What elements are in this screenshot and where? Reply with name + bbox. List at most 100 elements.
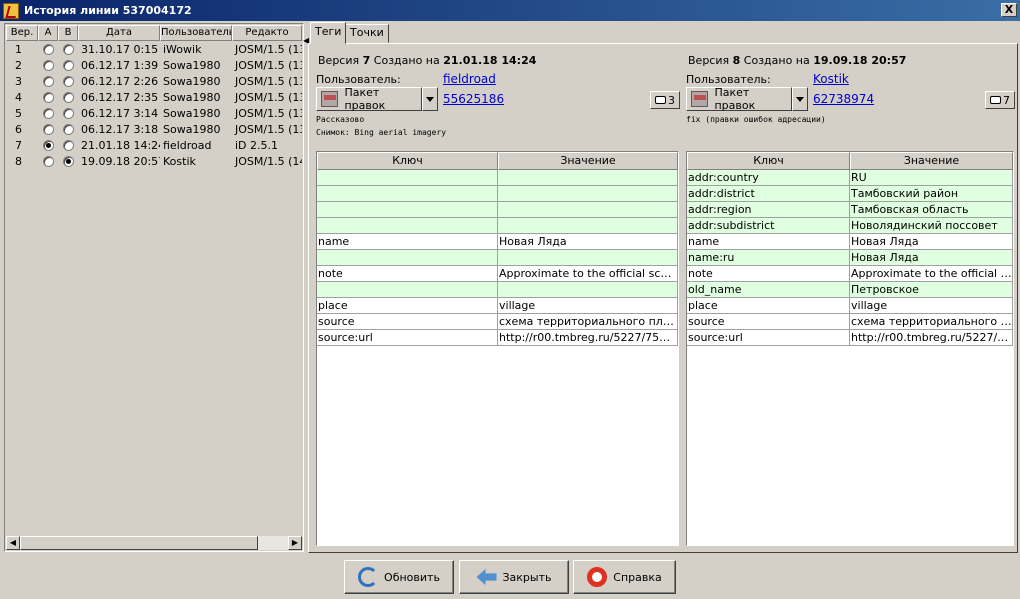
tag-row[interactable]: [317, 186, 678, 202]
tag-key: old_name: [687, 282, 850, 298]
version-row[interactable]: 6 06.12.17 3:18 Sowa1980 JOSM/1.5 (13: [6, 121, 302, 137]
tag-row[interactable]: [317, 250, 678, 266]
tag-row[interactable]: [317, 282, 678, 298]
col-header-editor[interactable]: Редакто: [232, 25, 302, 41]
left-version-prefix: Версия: [318, 54, 360, 67]
select-a-radio[interactable]: [42, 43, 54, 55]
left-changeset-dropdown[interactable]: [422, 87, 438, 111]
tag-key: place: [687, 298, 850, 314]
select-b-radio[interactable]: [62, 75, 74, 87]
tag-key: source: [687, 314, 850, 330]
col-header-b[interactable]: B: [58, 25, 78, 41]
tag-row[interactable]: name:ru Новая Ляда: [687, 250, 1013, 266]
version-row[interactable]: 1 31.10.17 0:15 iWowik JOSM/1.5 (13: [6, 41, 302, 57]
left-key-header[interactable]: Ключ: [317, 152, 498, 170]
version-row[interactable]: 3 06.12.17 2:26 Sowa1980 JOSM/1.5 (13: [6, 73, 302, 89]
window-close-button[interactable]: X: [1001, 3, 1017, 17]
tag-row[interactable]: name Новая Ляда: [317, 234, 678, 250]
select-b-cell: [58, 139, 78, 151]
col-header-user[interactable]: Пользователь: [160, 25, 232, 41]
tag-row[interactable]: sourceсхема территориального планир...: [317, 314, 678, 330]
tag-row[interactable]: addr:country RU: [687, 170, 1013, 186]
select-a-radio[interactable]: [42, 123, 54, 135]
select-a-radio[interactable]: [42, 59, 54, 71]
select-b-radio[interactable]: [62, 123, 74, 135]
tag-row[interactable]: [317, 218, 678, 234]
close-button[interactable]: Закрыть: [459, 560, 569, 594]
tag-key: note: [687, 266, 850, 282]
select-b-radio[interactable]: [62, 91, 74, 103]
col-header-ver[interactable]: Вер.: [6, 25, 38, 41]
tag-row[interactable]: place village: [687, 298, 1013, 314]
tag-row[interactable]: place village: [317, 298, 678, 314]
select-b-radio[interactable]: [62, 59, 74, 71]
version-row[interactable]: 8 19.09.18 20:57 Kostik JOSM/1.5 (14: [6, 153, 302, 169]
tag-row[interactable]: addr:district Тамбовский район: [687, 186, 1013, 202]
right-value-header[interactable]: Значение: [850, 152, 1013, 170]
right-changeset-dropdown[interactable]: [792, 87, 808, 111]
select-a-radio[interactable]: [42, 107, 54, 119]
right-user-link[interactable]: Kostik: [813, 72, 849, 86]
right-version-info: Версия 8 Создано на 19.09.18 20:57: [688, 54, 906, 67]
tab-nodes[interactable]: Точки: [345, 24, 389, 43]
left-comments-button[interactable]: 3: [650, 91, 680, 109]
tag-row[interactable]: addr:region Тамбовская область: [687, 202, 1013, 218]
version-row[interactable]: 2 06.12.17 1:39 Sowa1980 JOSM/1.5 (13: [6, 57, 302, 73]
left-changeset-button[interactable]: Пакет правок: [316, 86, 422, 112]
right-changeset-link[interactable]: 62738974: [813, 92, 874, 106]
col-header-date[interactable]: Дата: [78, 25, 160, 41]
tag-value: http://r00.tmbreg.ru/5227/7584/1...: [498, 330, 678, 346]
tag-value: [498, 186, 678, 202]
select-b-radio[interactable]: [62, 155, 74, 167]
left-comments-count: 3: [668, 93, 675, 107]
select-a-radio[interactable]: [42, 91, 54, 103]
window-title: История линии 537004172: [24, 4, 192, 17]
select-b-radio[interactable]: [62, 43, 74, 55]
tag-value: village: [498, 298, 678, 314]
scroll-thumb[interactable]: [20, 536, 258, 550]
select-a-cell: [38, 155, 58, 167]
select-b-radio[interactable]: [62, 107, 74, 119]
tag-value: [498, 202, 678, 218]
tag-row[interactable]: old_name Петровское: [687, 282, 1013, 298]
help-button[interactable]: Справка: [573, 560, 676, 594]
select-a-radio[interactable]: [42, 139, 54, 151]
left-value-header[interactable]: Значение: [498, 152, 678, 170]
left-user-link[interactable]: fieldroad: [443, 72, 496, 86]
left-changeset-link[interactable]: 55625186: [443, 92, 504, 106]
tag-row[interactable]: [317, 202, 678, 218]
tab-tags[interactable]: Теги: [310, 22, 347, 44]
scroll-left-arrow-icon[interactable]: ◀: [6, 536, 20, 550]
select-a-radio[interactable]: [42, 155, 54, 167]
help-lifebuoy-icon: [587, 567, 608, 587]
scroll-right-arrow-icon[interactable]: ▶: [288, 536, 302, 550]
left-changeset-label: Пакет правок: [344, 86, 386, 112]
version-row[interactable]: 4 06.12.17 2:35 Sowa1980 JOSM/1.5 (13: [6, 89, 302, 105]
right-changeset-button[interactable]: Пакет правок: [686, 86, 792, 112]
select-b-radio[interactable]: [62, 139, 74, 151]
select-b-cell: [58, 107, 78, 119]
tag-row[interactable]: [317, 170, 678, 186]
refresh-button[interactable]: Обновить: [344, 560, 454, 594]
tag-row[interactable]: source:url http://r00.tmbreg.ru/5227/758.…: [687, 330, 1013, 346]
select-a-radio[interactable]: [42, 75, 54, 87]
col-header-a[interactable]: A: [38, 25, 58, 41]
right-comments-button[interactable]: 7: [985, 91, 1015, 109]
tag-row[interactable]: note Approximate to the official sch...: [687, 266, 1013, 282]
tag-row[interactable]: addr:subdistrict Новолядинский поссовет: [687, 218, 1013, 234]
right-key-header[interactable]: Ключ: [687, 152, 850, 170]
tag-row[interactable]: noteApproximate to the official scheme..…: [317, 266, 678, 282]
version-row[interactable]: 7 21.01.18 14:24 fieldroad iD 2.5.1: [6, 137, 302, 153]
version-row[interactable]: 5 06.12.17 3:14 Sowa1980 JOSM/1.5 (13: [6, 105, 302, 121]
tag-row[interactable]: sourceсхема территориального пла...: [687, 314, 1013, 330]
history-horizontal-scrollbar[interactable]: ◀ ▶: [6, 536, 302, 550]
right-version-number: 8: [732, 54, 741, 67]
tag-value: Тамбовский район: [850, 186, 1013, 202]
tag-value: [498, 170, 678, 186]
right-tags-table: Ключ Значение addr:country RU addr:distric…: [686, 151, 1014, 546]
tag-row[interactable]: name Новая Ляда: [687, 234, 1013, 250]
tag-key: note: [317, 266, 498, 282]
select-a-cell: [38, 59, 58, 71]
tag-row[interactable]: source:url http://r00.tmbreg.ru/5227/7584…: [317, 330, 678, 346]
tag-value: Approximate to the official scheme...: [498, 266, 678, 282]
